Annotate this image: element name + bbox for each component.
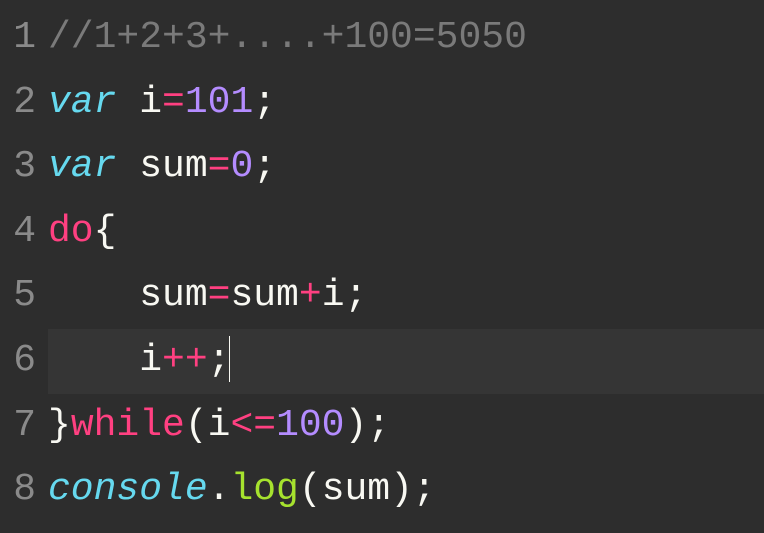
code-area[interactable]: //1+2+3+....+100=5050 var i=101; var sum… [48, 6, 764, 533]
punct-token: ) [390, 468, 413, 511]
method-token: log [230, 468, 298, 511]
line-number: 8 [0, 458, 36, 523]
code-line[interactable]: i++; [48, 329, 764, 394]
whitespace [48, 274, 139, 317]
punct-token: ( [299, 468, 322, 511]
line-number-gutter: 1 2 3 4 5 6 7 8 [0, 6, 48, 533]
comment-token: //1+2+3+....+100=5050 [48, 16, 527, 59]
punct-token: ) [345, 404, 368, 447]
punct-token: ; [413, 468, 436, 511]
number-token: 101 [185, 81, 253, 124]
code-line[interactable]: do{ [48, 200, 764, 265]
line-number: 6 [0, 329, 36, 394]
code-line[interactable]: }while(i<=100); [48, 394, 764, 459]
punct-token: ; [208, 339, 231, 382]
line-number: 5 [0, 264, 36, 329]
line-number: 3 [0, 135, 36, 200]
code-line[interactable]: var sum=0; [48, 135, 764, 200]
punct-token: . [208, 468, 231, 511]
whitespace [116, 81, 139, 124]
keyword-token: var [48, 145, 116, 188]
operator-token: = [208, 274, 231, 317]
text-cursor [229, 336, 230, 382]
punct-token: { [94, 210, 117, 253]
operator-token: <= [230, 404, 276, 447]
identifier-token: sum [139, 145, 207, 188]
operator-token: ++ [162, 339, 208, 382]
keyword-token: do [48, 210, 94, 253]
code-line[interactable]: var i=101; [48, 71, 764, 136]
identifier-token: i [322, 274, 345, 317]
identifier-token: i [208, 404, 231, 447]
line-number: 1 [0, 6, 36, 71]
code-line[interactable]: console.log(sum); [48, 458, 764, 523]
number-token: 100 [276, 404, 344, 447]
whitespace [48, 339, 139, 382]
punct-token: ; [253, 81, 276, 124]
number-token: 0 [230, 145, 253, 188]
code-line[interactable]: sum=sum+i; [48, 264, 764, 329]
operator-token: = [162, 81, 185, 124]
punct-token: ( [185, 404, 208, 447]
line-number: 2 [0, 71, 36, 136]
whitespace [116, 145, 139, 188]
punct-token: ; [345, 274, 368, 317]
identifier-token: i [139, 81, 162, 124]
identifier-token: sum [230, 274, 298, 317]
identifier-token: sum [322, 468, 390, 511]
punct-token: ; [367, 404, 390, 447]
keyword-token: var [48, 81, 116, 124]
punct-token: ; [253, 145, 276, 188]
line-number: 7 [0, 394, 36, 459]
identifier-token: sum [139, 274, 207, 317]
punct-token: } [48, 404, 71, 447]
code-line[interactable]: //1+2+3+....+100=5050 [48, 6, 764, 71]
operator-token: + [299, 274, 322, 317]
keyword-token: while [71, 404, 185, 447]
line-number: 4 [0, 200, 36, 265]
identifier-token: i [139, 339, 162, 382]
code-editor[interactable]: 1 2 3 4 5 6 7 8 //1+2+3+....+100=5050 va… [0, 6, 764, 533]
identifier-token: console [48, 468, 208, 511]
operator-token: = [208, 145, 231, 188]
